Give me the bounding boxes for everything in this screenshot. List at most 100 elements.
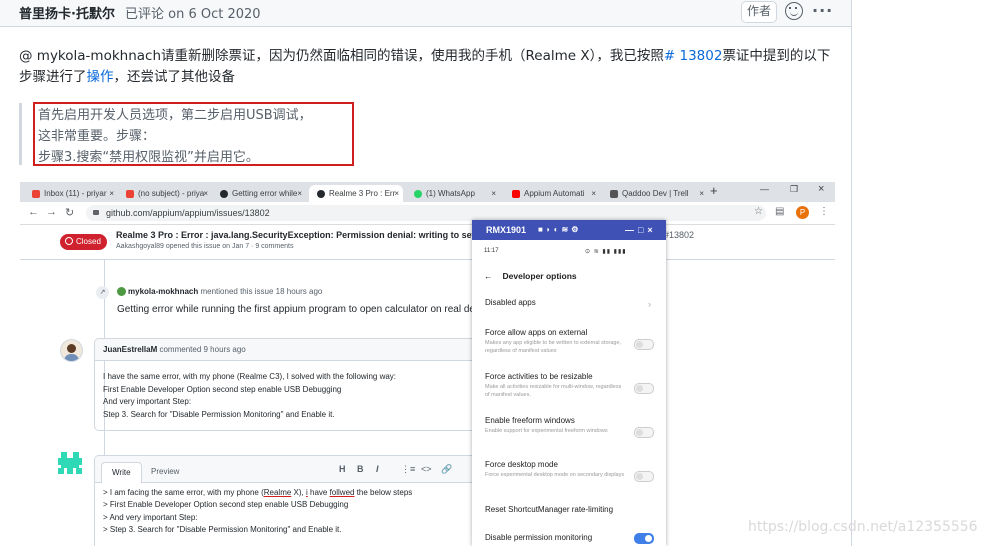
device-name: RMX1901 [486,225,527,235]
bold-icon[interactable]: B [357,464,364,474]
steps-link[interactable]: 操作 [87,69,114,85]
maximize-icon[interactable]: ❐ [790,184,798,195]
tab-label: Realme 3 Pro : Err [329,189,396,198]
comment-line: Step 3. Search for "Disable Permission M… [103,409,335,419]
setting-desc: Makes any app eligible to be written to … [485,340,622,354]
toggle-switch[interactable] [634,339,654,350]
close-icon[interactable]: × [203,185,208,202]
youtube-icon [512,189,520,198]
github-icon [317,189,325,198]
issue-title: Realme 3 Pro : Error : java.lang.Securit… [116,230,530,240]
star-icon[interactable]: ☆ [754,206,763,217]
browser-tab[interactable]: Inbox (11) - priyar × [24,185,118,202]
close-icon[interactable]: × [394,185,399,202]
setting-title: Force activities to be resizable [485,372,593,381]
setting-row[interactable]: Force desktop mode Force experimental des… [485,460,655,480]
back-icon[interactable]: ← [28,206,39,218]
toggle-switch[interactable] [634,383,654,394]
phone-mirror-window: RMX1901 ■◗◐≋⚙ —□× 11:17 ⊙ ≋ ▮▮ ▮▮▮ ← Deve… [472,220,666,546]
toggle-switch-on[interactable] [634,533,654,544]
issue-header: Closed Realme 3 Pro : Error : java.lang.… [20,225,835,260]
commenter-meta: commented 9 hours ago [159,345,246,354]
setting-title: Disabled apps [485,298,536,307]
issue-number: #13802 [664,230,695,240]
close-icon[interactable]: × [491,185,496,202]
close-icon[interactable]: × [591,185,596,202]
close-icon[interactable]: × [109,185,114,202]
avatar[interactable] [60,339,83,362]
setting-title: Disable permission monitoring [485,533,593,542]
setting-row[interactable]: Force allow apps on external Makes any ap… [485,328,655,355]
phone-window-titlebar: RMX1901 ■◗◐≋⚙ —□× [472,220,666,240]
close-icon[interactable]: × [297,185,302,202]
mention-title[interactable]: Getting error while running the first ap… [117,304,475,315]
editor-textarea[interactable]: > I am facing the same error, with my ph… [103,487,412,536]
back-arrow-icon[interactable]: ← [484,271,493,281]
comment-meta: 已评论 on 6 Oct 2020 [125,7,261,22]
link-icon[interactable]: 🔗 [441,464,452,475]
comment-line: I have the same error, with my phone (Re… [103,372,397,381]
mention-event: mykola-mokhnach mentioned this issue 18 … [117,287,322,296]
tab-label: Getting error while [232,189,298,198]
browser-tab[interactable]: Appium Automati × [504,185,600,202]
more-options-icon[interactable]: ··· [812,1,833,20]
page-icon [610,189,618,198]
window-controls[interactable]: —□× [625,220,657,240]
toolbar-icons[interactable]: ■◗◐≋⚙ [538,220,581,240]
comment-line: First Enable Developer Option second ste… [103,384,342,394]
reload-icon[interactable]: ↻ [65,206,74,219]
browser-tab[interactable]: Qaddoo Dev | Trell × [602,185,708,202]
emoji-reaction-icon[interactable] [785,2,803,20]
editor-line: > Step 3. Search for "Disable Permission… [103,524,342,534]
minimize-icon[interactable]: — [760,184,769,194]
status-time: 11:17 [484,248,499,254]
mention-meta: mentioned this issue 18 hours ago [200,287,323,296]
comment-header: 普里扬卡·托默尔 已评论 on 6 Oct 2020 作者 ··· [0,0,851,27]
setting-row[interactable]: Disabled apps [485,298,655,307]
setting-row[interactable]: Enable freeform windows Enable support fo… [485,416,655,436]
forward-icon[interactable]: → [46,206,57,218]
browser-tab[interactable]: (no subject) - priya × [118,185,212,202]
chevron-right-icon: › [648,299,651,309]
avatar[interactable] [58,452,82,474]
new-tab-icon[interactable]: + [710,183,718,198]
profile-avatar[interactable]: P [796,206,809,219]
settings-header: ← Developer options [484,271,577,281]
extension-icon[interactable]: ▤ [775,206,784,217]
close-icon[interactable]: × [699,185,704,202]
tab-label: Appium Automati [524,189,585,198]
setting-title: Enable freeform windows [485,416,575,425]
code-icon[interactable]: <> [421,464,432,474]
list-icon[interactable]: ⋮≡ [401,464,415,475]
browser-tab-active[interactable]: Realme 3 Pro : Err × [309,185,403,202]
author-badge: 作者 [741,1,778,23]
comment-author[interactable]: 普里扬卡·托默尔 [19,3,115,22]
issue-link[interactable]: # 13802 [664,48,723,64]
url-text: github.com/appium/appium/issues/13802 [106,208,270,218]
settings-title: Developer options [502,271,577,281]
setting-row[interactable]: Reset ShortcutManager rate-limiting [485,505,655,514]
setting-title: Reset ShortcutManager rate-limiting [485,505,614,514]
toggle-switch[interactable] [634,471,654,482]
browser-tab[interactable]: (1) WhatsApp × [406,185,500,202]
tab-write[interactable]: Write [101,462,142,483]
toggle-switch[interactable] [634,427,654,438]
mention-user[interactable]: mykola-mokhnach [128,287,198,296]
commenter-name[interactable]: JuanEstrellaM [103,345,157,354]
github-icon [220,189,228,198]
tab-preview[interactable]: Preview [141,462,189,482]
cross-reference-icon: ↗ [96,286,109,299]
editor-line: > And very important Step: [103,512,198,522]
url-field[interactable]: github.com/appium/appium/issues/13802 [86,205,766,221]
setting-row[interactable]: Disable permission monitoring [485,533,655,542]
italic-icon[interactable]: I [376,464,379,474]
gmail-icon [32,189,40,198]
menu-icon[interactable]: ⋮ [819,206,829,217]
closed-icon [65,237,73,245]
close-window-icon[interactable]: × [818,183,824,195]
timeline-comment-header: JuanEstrellaM commented 9 hours ago [95,339,515,361]
setting-row[interactable]: Force activities to be resizable Make all… [485,372,655,399]
user-avatar[interactable] [117,287,126,296]
heading-icon[interactable]: H [339,464,346,474]
browser-tab[interactable]: Getting error while × [212,185,306,202]
